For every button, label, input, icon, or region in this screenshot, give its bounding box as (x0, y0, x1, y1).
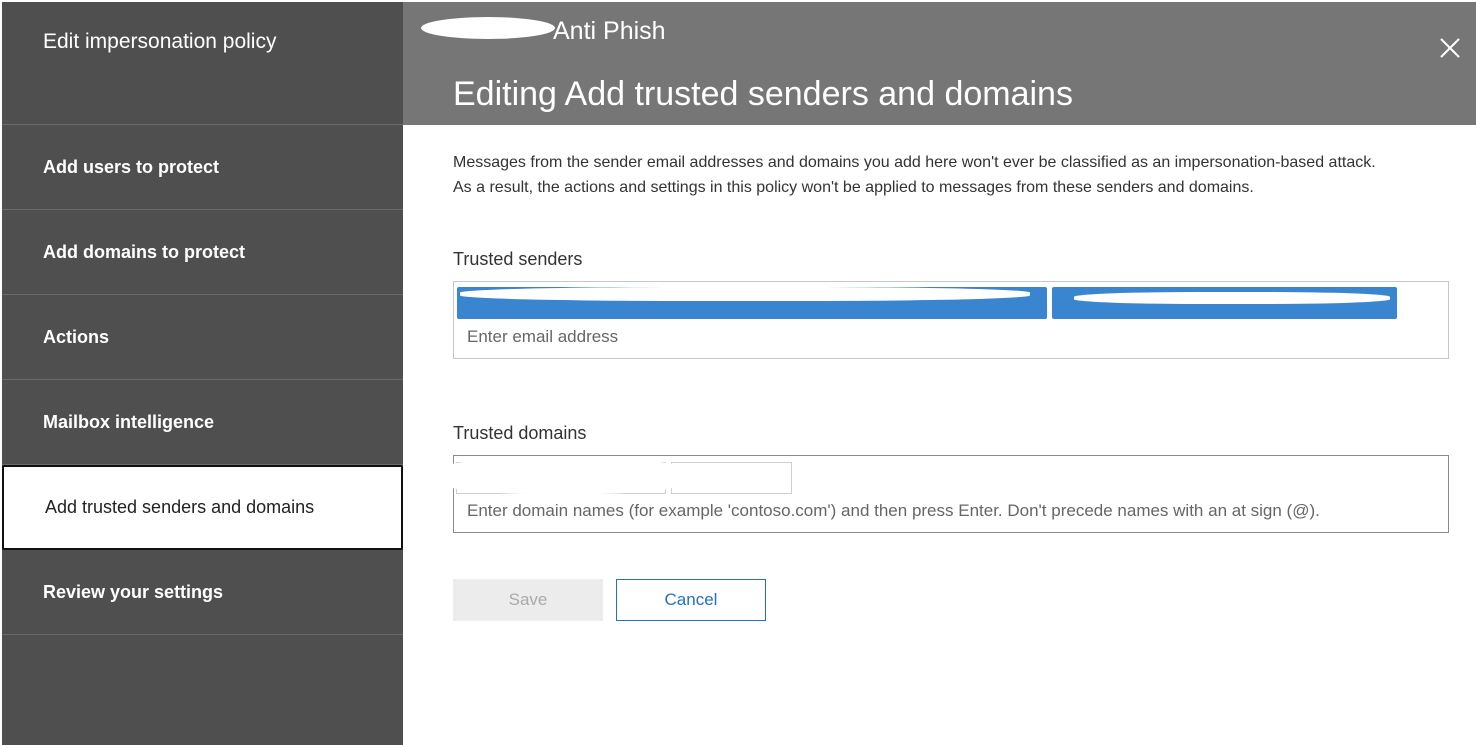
sidebar-item-label: Review your settings (43, 581, 224, 602)
trusted-senders-field[interactable] (453, 281, 1449, 359)
trusted-domains-field[interactable] (432, 455, 1449, 533)
sidebar-item-mailbox-intelligence[interactable]: Mailbox intelligence (2, 380, 403, 465)
page-title: Editing Add trusted senders and domains (453, 75, 1073, 113)
sidebar-item-label: Add trusted senders and domains (45, 497, 315, 517)
sidebar-item-label: Add domains to protect (43, 241, 245, 262)
save-button[interactable]: Save (453, 579, 603, 621)
trusted-domains-label: Trusted domains (453, 423, 587, 443)
cancel-button[interactable]: Cancel (616, 579, 766, 621)
sidebar-item-trusted-senders[interactable]: Add trusted senders and domains (2, 465, 403, 550)
sidebar-item-actions[interactable]: Actions (2, 295, 403, 380)
trusted-senders-label: Trusted senders (453, 249, 583, 269)
sidebar-item-label: Add users to protect (43, 156, 220, 177)
redaction-mark (1074, 292, 1390, 304)
sidebar-item-add-domains[interactable]: Add domains to protect (2, 210, 403, 295)
policy-name: Anti Phish (553, 17, 666, 45)
sidebar: Edit impersonation policy Add users to p… (2, 2, 403, 745)
redaction-mark (460, 287, 1030, 301)
sidebar-item-review-settings[interactable]: Review your settings (2, 550, 403, 635)
email-input[interactable] (465, 326, 1429, 348)
sidebar-item-add-users[interactable]: Add users to protect (2, 125, 403, 210)
close-icon[interactable] (1438, 36, 1462, 60)
main-content: Messages from the sender email addresses… (432, 150, 1453, 621)
sidebar-header: Edit impersonation policy (2, 2, 403, 125)
domain-input[interactable] (465, 500, 1429, 522)
description-line-2: As a result, the actions and settings in… (453, 179, 1254, 196)
sidebar-item-label: Actions (43, 326, 110, 347)
sidebar-item-label: Mailbox intelligence (43, 411, 215, 432)
description-line-1: Messages from the sender email addresses… (453, 154, 1376, 171)
redaction-mark (421, 17, 555, 39)
close-icon-glyph (1440, 38, 1460, 58)
redaction-mark (432, 458, 692, 494)
panel-header: Anti Phish Editing Add trusted senders a… (403, 2, 1476, 125)
